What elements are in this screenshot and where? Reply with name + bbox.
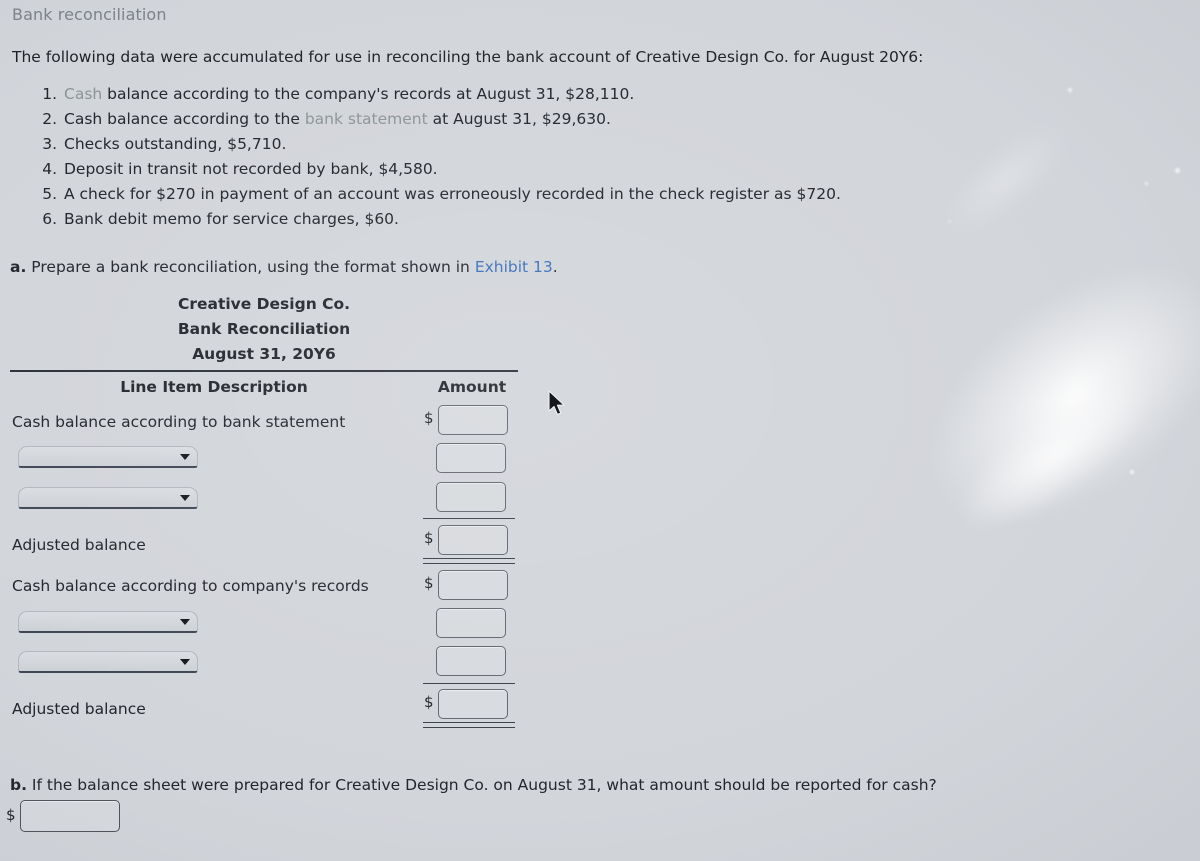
subtotal-rule-1 xyxy=(423,518,515,519)
amount-input-4[interactable] xyxy=(438,525,508,555)
part-b-prompt: b. If the balance sheet were prepared fo… xyxy=(10,776,937,794)
question-title: Bank reconciliation xyxy=(12,5,167,24)
dollar-sign: $ xyxy=(424,693,434,711)
data-list: Cash balance according to the company's … xyxy=(36,82,841,232)
list-item-text-pre: Cash balance according to the xyxy=(64,110,305,128)
cash-link[interactable]: Cash xyxy=(64,85,102,103)
chevron-down-icon xyxy=(180,619,190,625)
list-item-text: balance according to the company's recor… xyxy=(102,85,635,103)
list-item: Checks outstanding, $5,710. xyxy=(62,132,841,157)
amount-input-6[interactable] xyxy=(436,608,506,638)
dollar-sign: $ xyxy=(424,409,434,427)
mouse-cursor xyxy=(548,390,565,416)
amount-input-1[interactable] xyxy=(438,405,508,435)
dollar-sign: $ xyxy=(424,529,434,547)
part-a-text-after: . xyxy=(552,258,558,276)
part-b-text: If the balance sheet were prepared for C… xyxy=(31,776,937,794)
list-item: Deposit in transit not recorded by bank,… xyxy=(62,157,841,182)
line-item-dropdown-3[interactable] xyxy=(18,611,198,633)
row-label-adjusted-balance-1: Adjusted balance xyxy=(12,536,146,554)
chevron-down-icon xyxy=(180,495,190,501)
chevron-down-icon xyxy=(180,659,190,665)
total-rule-1 xyxy=(423,558,515,564)
amount-input-8[interactable] xyxy=(438,689,508,719)
row-label-company-records-balance: Cash balance according to company's reco… xyxy=(12,577,369,595)
part-a-prompt: a. Prepare a bank reconciliation, using … xyxy=(10,258,558,276)
list-item: Cash balance according to the bank state… xyxy=(62,107,841,132)
part-a-text-before: Prepare a bank reconciliation, using the… xyxy=(31,258,475,276)
part-b-amount-input[interactable] xyxy=(20,800,120,832)
row-label-adjusted-balance-2: Adjusted balance xyxy=(12,700,146,718)
list-item: Bank debit memo for service charges, $60… xyxy=(62,207,841,232)
amount-input-2[interactable] xyxy=(436,443,506,473)
row-label-bank-statement-balance: Cash balance according to bank statement xyxy=(12,413,346,431)
column-header-description: Line Item Description xyxy=(120,378,308,396)
subtotal-rule-2 xyxy=(423,683,515,684)
list-item: A check for $270 in payment of an accoun… xyxy=(62,182,841,207)
part-b-label: b. xyxy=(10,776,27,794)
statement-date: August 31, 20Y6 xyxy=(192,345,336,363)
statement-title: Bank Reconciliation xyxy=(177,320,351,338)
amount-input-3[interactable] xyxy=(436,482,506,512)
exhibit-13-link[interactable]: Exhibit 13 xyxy=(475,258,553,276)
total-rule-2 xyxy=(423,722,515,728)
statement-company: Creative Design Co. xyxy=(177,295,351,313)
chevron-down-icon xyxy=(180,454,190,460)
list-item: Cash balance according to the company's … xyxy=(62,82,841,107)
line-item-dropdown-1[interactable] xyxy=(18,446,198,468)
list-item-text: at August 31, $29,630. xyxy=(427,110,611,128)
line-item-dropdown-2[interactable] xyxy=(18,487,198,509)
dollar-sign: $ xyxy=(6,806,16,824)
line-item-dropdown-4[interactable] xyxy=(18,651,198,673)
part-a-label: a. xyxy=(10,258,27,276)
column-header-amount: Amount xyxy=(437,378,507,396)
table-top-rule xyxy=(10,370,518,372)
intro-paragraph: The following data were accumulated for … xyxy=(12,48,924,66)
amount-input-7[interactable] xyxy=(436,646,506,676)
dollar-sign: $ xyxy=(424,574,434,592)
bank-statement-link[interactable]: bank statement xyxy=(305,110,428,128)
amount-input-5[interactable] xyxy=(438,570,508,600)
